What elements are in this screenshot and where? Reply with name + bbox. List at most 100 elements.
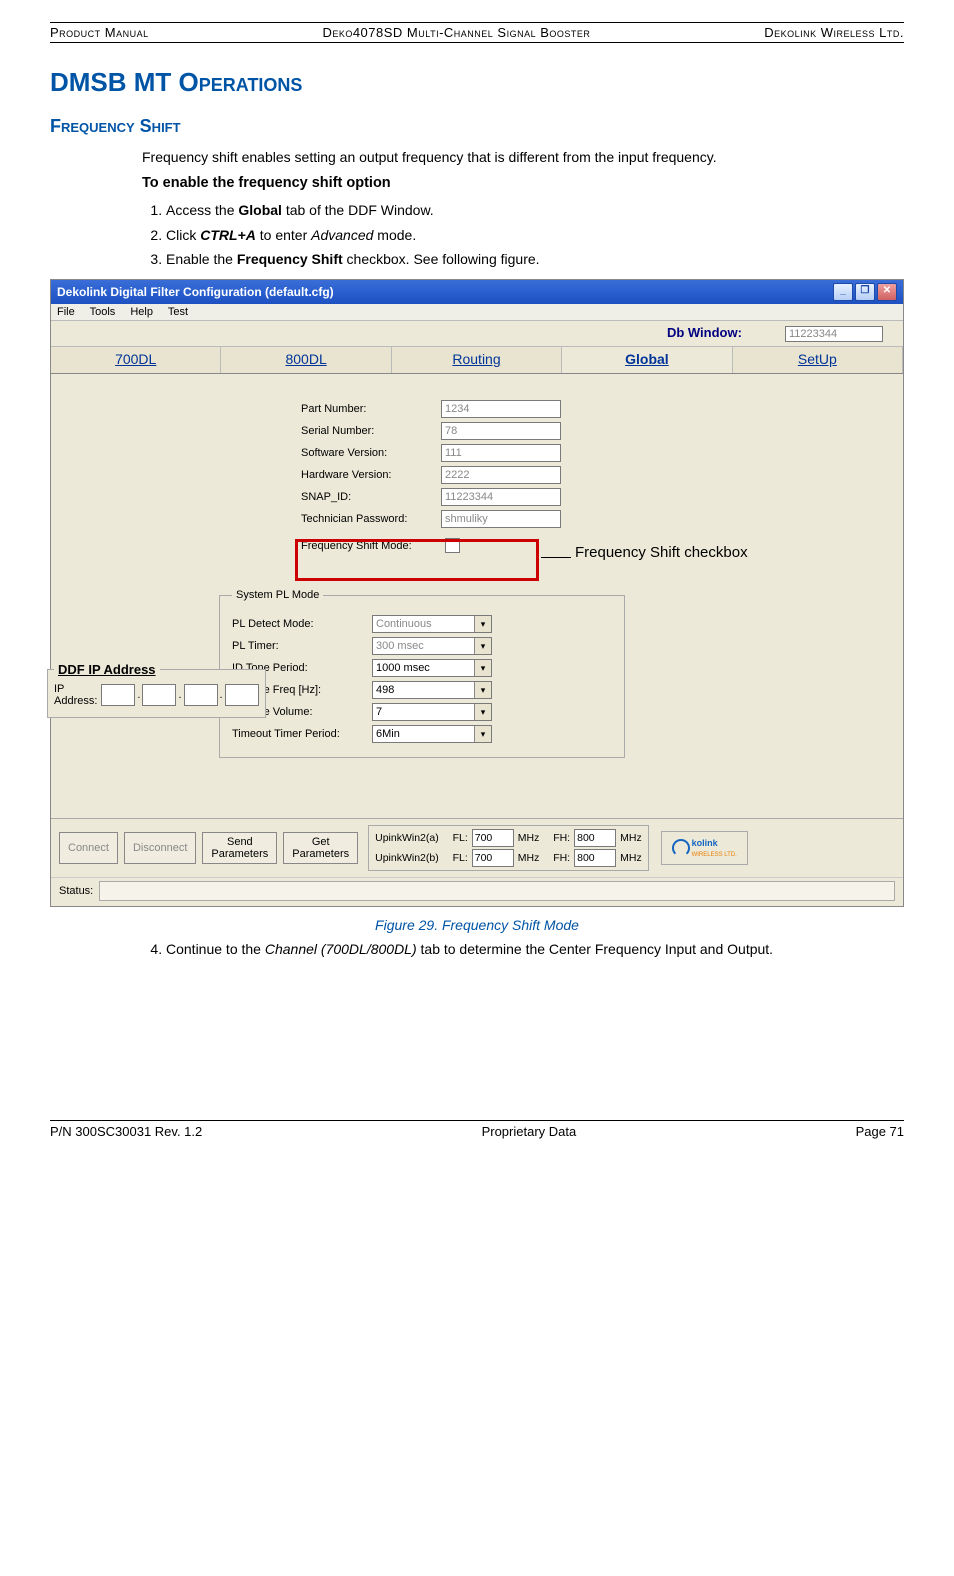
mhz-label: MHz bbox=[518, 852, 540, 864]
step-text-bold-italic: CTRL+A bbox=[200, 227, 256, 243]
menu-help[interactable]: Help bbox=[130, 306, 153, 318]
db-window-row: Db Window: 11223344 bbox=[51, 321, 903, 346]
info-fields: Part Number: Serial Number: Software Ver… bbox=[301, 396, 561, 557]
procedure-heading: To enable the frequency shift option bbox=[142, 173, 904, 194]
ddf-ip-address-group: DDF IP Address IP Address: . . . bbox=[47, 662, 266, 718]
connect-button[interactable]: Connect bbox=[59, 832, 118, 864]
fh-label: FH: bbox=[553, 852, 570, 864]
maximize-button[interactable]: ❐ bbox=[855, 283, 875, 301]
software-version-field[interactable] bbox=[441, 444, 561, 462]
tab-800dl[interactable]: 800DL bbox=[221, 346, 391, 373]
header-center: Deko4078SD Multi-Channel Signal Booster bbox=[322, 25, 590, 40]
procedure-list-continued: Continue to the Channel (700DL/800DL) ta… bbox=[142, 939, 904, 959]
step-text: Enable the bbox=[166, 251, 237, 267]
step-text-bold: Frequency Shift bbox=[237, 251, 343, 267]
step-text-italic: Advanced bbox=[311, 227, 373, 243]
fl-a-field[interactable] bbox=[472, 829, 514, 847]
serial-number-field[interactable] bbox=[441, 422, 561, 440]
mhz-label: MHz bbox=[620, 832, 642, 844]
procedure-list: Access the Global tab of the DDF Window.… bbox=[142, 200, 904, 269]
menu-file[interactable]: File bbox=[57, 306, 75, 318]
page-header: Product Manual Deko4078SD Multi-Channel … bbox=[50, 22, 904, 43]
minimize-button[interactable]: _ bbox=[833, 283, 853, 301]
step-text-italic: Channel (700DL/800DL) bbox=[265, 941, 417, 957]
pl-detect-mode-label: PL Detect Mode: bbox=[232, 618, 372, 630]
ip-octet-4[interactable] bbox=[225, 684, 259, 706]
part-number-label: Part Number: bbox=[301, 403, 441, 415]
pl-detect-mode-select[interactable] bbox=[372, 615, 492, 633]
window-titlebar[interactable]: Dekolink Digital Filter Configuration (d… bbox=[51, 280, 903, 304]
chapter-title: DMSB MT Operations bbox=[50, 67, 904, 98]
step-text: Continue to the bbox=[166, 941, 265, 957]
disconnect-button[interactable]: Disconnect bbox=[124, 832, 196, 864]
ddf-ip-address-legend: DDF IP Address bbox=[54, 662, 160, 677]
figure-caption: Figure 29. Frequency Shift Mode bbox=[50, 917, 904, 933]
app-window: Dekolink Digital Filter Configuration (d… bbox=[50, 279, 904, 907]
footer-right: Page 71 bbox=[856, 1124, 904, 1139]
step-text: Click bbox=[166, 227, 200, 243]
pl-timer-select[interactable] bbox=[372, 637, 492, 655]
menu-tools[interactable]: Tools bbox=[90, 306, 116, 318]
pl-timer-label: PL Timer: bbox=[232, 640, 372, 652]
tab-700dl[interactable]: 700DL bbox=[51, 346, 221, 373]
fl-b-field[interactable] bbox=[472, 849, 514, 867]
tab-setup[interactable]: SetUp bbox=[733, 346, 903, 373]
section-title: Frequency Shift bbox=[50, 116, 904, 137]
timeout-timer-period-select[interactable] bbox=[372, 725, 492, 743]
status-value bbox=[99, 881, 895, 901]
step-text: mode. bbox=[373, 227, 416, 243]
snap-id-field[interactable] bbox=[441, 488, 561, 506]
uplink-b-label: UpinkWin2(b) bbox=[375, 852, 439, 864]
ip-octet-2[interactable] bbox=[142, 684, 176, 706]
footer-left: P/N 300SC30031 Rev. 1.2 bbox=[50, 1124, 202, 1139]
close-button[interactable]: ✕ bbox=[877, 283, 897, 301]
frequency-shift-mode-label: Frequency Shift Mode: bbox=[301, 540, 441, 552]
form-area: Part Number: Serial Number: Software Ver… bbox=[51, 374, 903, 818]
uplink-a-label: UpinkWin2(a) bbox=[375, 832, 439, 844]
step-text: checkbox. See following figure. bbox=[343, 251, 540, 267]
id-tone-freq-select[interactable] bbox=[372, 681, 492, 699]
software-version-label: Software Version: bbox=[301, 447, 441, 459]
technician-password-label: Technician Password: bbox=[301, 513, 441, 525]
callout-line bbox=[541, 557, 571, 558]
system-pl-mode-legend: System PL Mode bbox=[232, 589, 323, 601]
part-number-field[interactable] bbox=[441, 400, 561, 418]
fl-label: FL: bbox=[453, 832, 468, 844]
tab-global[interactable]: Global bbox=[562, 346, 732, 373]
logo-subtext: WIRELESS LTD. bbox=[692, 852, 737, 858]
id-tone-period-select[interactable] bbox=[372, 659, 492, 677]
hardware-version-field[interactable] bbox=[441, 466, 561, 484]
menu-bar: File Tools Help Test bbox=[51, 304, 903, 321]
frequency-shift-checkbox[interactable] bbox=[445, 538, 460, 553]
ip-octet-1[interactable] bbox=[101, 684, 135, 706]
ip-address-label: IP Address: bbox=[54, 683, 97, 707]
header-right: Dekolink Wireless Ltd. bbox=[764, 25, 904, 40]
get-parameters-button[interactable]: Get Parameters bbox=[283, 832, 358, 864]
step-text: tab of the DDF Window. bbox=[282, 202, 434, 218]
logo-text: kolink bbox=[692, 838, 718, 848]
id-tone-volume-select[interactable] bbox=[372, 703, 492, 721]
logo-arc-icon bbox=[672, 839, 690, 857]
header-left: Product Manual bbox=[50, 25, 149, 40]
menu-test[interactable]: Test bbox=[168, 306, 188, 318]
send-parameters-button[interactable]: Send Parameters bbox=[202, 832, 277, 864]
step-3: Enable the Frequency Shift checkbox. See… bbox=[166, 249, 904, 269]
mhz-label: MHz bbox=[518, 832, 540, 844]
status-bar: Status: bbox=[51, 877, 903, 906]
body-text-2: Continue to the Channel (700DL/800DL) ta… bbox=[142, 939, 904, 959]
fh-b-field[interactable] bbox=[574, 849, 616, 867]
snap-id-label: SNAP_ID: bbox=[301, 491, 441, 503]
fh-a-field[interactable] bbox=[574, 829, 616, 847]
window-title: Dekolink Digital Filter Configuration (d… bbox=[57, 285, 334, 299]
mhz-label: MHz bbox=[620, 852, 642, 864]
intro-paragraph: Frequency shift enables setting an outpu… bbox=[142, 147, 904, 167]
page-footer: P/N 300SC30031 Rev. 1.2 Proprietary Data… bbox=[50, 1120, 904, 1139]
technician-password-field[interactable] bbox=[441, 510, 561, 528]
status-label: Status: bbox=[59, 885, 93, 897]
figure-screenshot: Dekolink Digital Filter Configuration (d… bbox=[50, 279, 904, 907]
tab-strip: 700DL 800DL Routing Global SetUp bbox=[51, 346, 903, 374]
tab-routing[interactable]: Routing bbox=[392, 346, 562, 373]
ip-octet-3[interactable] bbox=[184, 684, 218, 706]
step-text-bold: Global bbox=[238, 202, 282, 218]
frequency-summary: UpinkWin2(a) FL: MHz FH: MHz UpinkWin2(b… bbox=[368, 825, 649, 871]
